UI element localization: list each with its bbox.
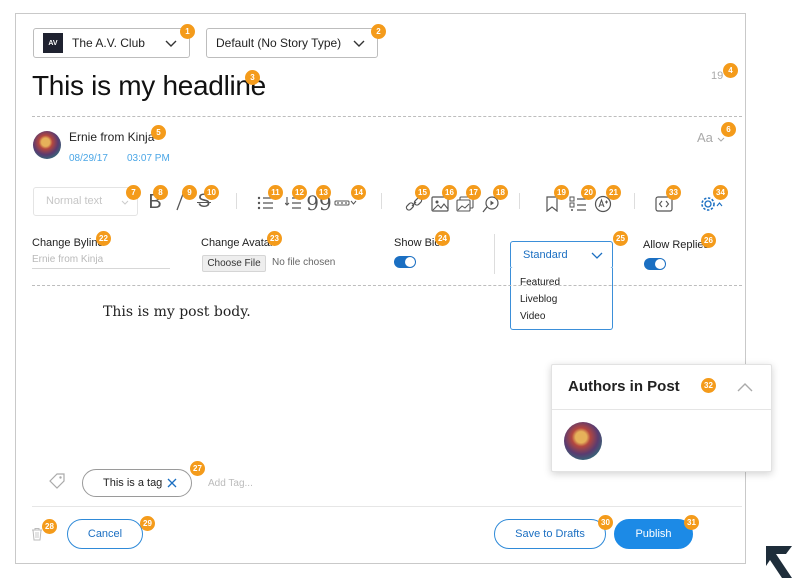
settings-divider — [32, 285, 742, 286]
annotation-badge: 3 — [245, 70, 260, 85]
annotation-badge: 8 — [153, 185, 168, 200]
change-avatar-label: Change Avatar — [201, 237, 274, 249]
authors-panel: Authors in Post — [551, 364, 772, 472]
annotation-badge: 11 — [268, 185, 283, 200]
annotation-badge: 26 — [701, 233, 716, 248]
text-style-value: Normal text — [46, 195, 103, 207]
kinja-logo-icon — [766, 546, 792, 578]
annotation-badge: 21 — [606, 185, 621, 200]
annotation-badge: 23 — [267, 231, 282, 246]
author-avatar[interactable] — [33, 131, 61, 159]
post-type-option-liveblog[interactable]: Liveblog — [520, 294, 557, 305]
post-type-value: Standard — [523, 249, 568, 261]
show-bio-toggle[interactable] — [394, 256, 416, 268]
chevron-down-icon — [353, 40, 365, 47]
cancel-button[interactable]: Cancel — [67, 519, 143, 549]
annotation-badge: 30 — [598, 515, 613, 530]
post-type-option-featured[interactable]: Featured — [520, 277, 560, 288]
chevron-up-icon[interactable] — [737, 382, 753, 392]
annotation-badge: 14 — [351, 185, 366, 200]
annotation-badge: 15 — [415, 185, 430, 200]
headline-divider — [32, 116, 742, 117]
show-bio-label: Show Bio — [394, 237, 441, 249]
authors-panel-divider — [552, 409, 771, 410]
font-settings-label: Aa — [697, 130, 713, 145]
annotation-badge: 29 — [140, 516, 155, 531]
chevron-down-icon — [717, 137, 724, 142]
annotation-badge: 17 — [466, 185, 481, 200]
annotation-badge: 19 — [554, 185, 569, 200]
annotation-badge: 31 — [684, 515, 699, 530]
settings-separator — [494, 234, 495, 274]
annotation-badge: 12 — [292, 185, 307, 200]
tag-icon — [49, 473, 65, 489]
annotation-badge: 1 — [180, 24, 195, 39]
annotation-badge: 4 — [723, 63, 738, 78]
annotation-badge: 34 — [713, 185, 728, 200]
chevron-down-icon — [591, 252, 603, 259]
author-name[interactable]: Ernie from Kinja — [69, 130, 154, 144]
trash-icon[interactable] — [31, 527, 43, 541]
post-type-dropdown: Featured Liveblog Video — [510, 268, 613, 330]
annotation-badge: 22 — [96, 231, 111, 246]
annotation-badge: 20 — [581, 185, 596, 200]
annotation-badge: 28 — [42, 519, 57, 534]
toolbar-separator — [236, 193, 237, 209]
annotation-badge: 27 — [190, 461, 205, 476]
post-type-option-video[interactable]: Video — [520, 311, 545, 322]
toolbar-separator — [381, 193, 382, 209]
annotation-badge: 32 — [701, 378, 716, 393]
annotation-badge: 9 — [182, 185, 197, 200]
headline-char-count: 19 — [711, 70, 724, 82]
post-body[interactable]: This is my post body. — [103, 304, 251, 320]
story-type-value: Default (No Story Type) — [216, 36, 342, 50]
allow-replies-toggle[interactable] — [644, 258, 666, 270]
annotation-badge: 10 — [204, 185, 219, 200]
annotation-badge: 24 — [435, 231, 450, 246]
site-select[interactable]: AV The A.V. Club — [33, 28, 190, 58]
author-avatar[interactable] — [564, 422, 602, 460]
add-tag-input[interactable]: Add Tag... — [208, 478, 253, 489]
annotation-badge: 2 — [371, 24, 386, 39]
authors-panel-title: Authors in Post — [568, 378, 680, 395]
tag-chip-label: This is a tag — [103, 477, 163, 489]
publish-button[interactable]: Publish — [614, 519, 693, 549]
text-style-select[interactable]: Normal text — [33, 187, 138, 216]
annotation-badge: 5 — [151, 125, 166, 140]
headline-input[interactable]: This is my headline — [32, 70, 266, 102]
save-to-drafts-button[interactable]: Save to Drafts — [494, 519, 606, 549]
annotation-badge: 33 — [666, 185, 681, 200]
no-file-chosen-text: No file chosen — [272, 257, 336, 268]
av-club-logo: AV — [43, 33, 63, 53]
allow-replies-label: Allow Replies — [643, 239, 710, 251]
annotation-badge: 16 — [442, 185, 457, 200]
toolbar-separator — [634, 193, 635, 209]
close-icon[interactable] — [166, 477, 178, 489]
annotation-badge: 13 — [316, 185, 331, 200]
toolbar-separator — [519, 193, 520, 209]
choose-file-button[interactable]: Choose File — [202, 255, 266, 272]
annotation-badge: 18 — [493, 185, 508, 200]
story-type-select[interactable]: Default (No Story Type) — [206, 28, 378, 58]
footer-divider — [32, 506, 742, 507]
chevron-down-icon — [165, 40, 177, 47]
font-settings-menu[interactable]: Aa — [697, 130, 725, 145]
site-select-value: The A.V. Club — [72, 36, 145, 50]
chevron-down-icon — [121, 200, 129, 205]
publish-time[interactable]: 03:07 PM — [127, 153, 170, 164]
annotation-badge: 7 — [126, 185, 141, 200]
tag-chip[interactable]: This is a tag — [82, 469, 192, 497]
post-type-select[interactable]: Standard — [510, 241, 613, 269]
annotation-badge: 25 — [613, 231, 628, 246]
annotation-badge: 6 — [721, 122, 736, 137]
byline-input[interactable]: Ernie from Kinja — [32, 254, 170, 269]
change-byline-label: Change Byline — [32, 237, 104, 249]
publish-date[interactable]: 08/29/17 — [69, 153, 108, 164]
